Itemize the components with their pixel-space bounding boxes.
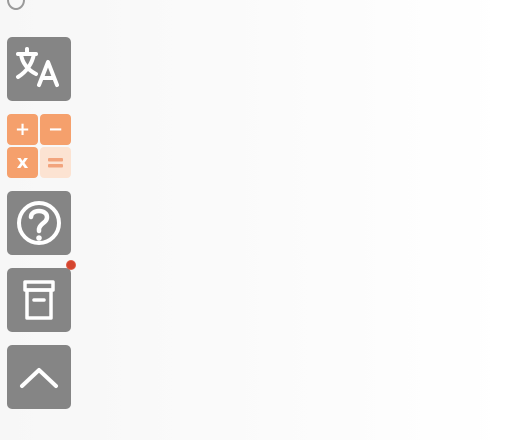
scroll-to-top-button[interactable]	[7, 345, 71, 409]
calculator-plus-key[interactable]: +	[7, 114, 38, 145]
calculator-multiply-key[interactable]: x	[7, 147, 38, 178]
calculator-minus-key[interactable]: −	[40, 114, 71, 145]
calculator-button[interactable]: + − x	[7, 114, 71, 178]
equals-icon	[48, 158, 63, 168]
chevron-up-icon	[20, 368, 58, 388]
question-circle-icon	[17, 201, 61, 245]
help-button[interactable]	[7, 191, 71, 255]
floating-tool-sidebar: + − x	[7, 37, 76, 409]
archive-box-icon	[23, 280, 55, 320]
translate-icon	[16, 47, 59, 87]
page: + − x	[0, 0, 506, 440]
partial-circle-icon	[7, 0, 25, 10]
translate-button[interactable]	[7, 37, 71, 101]
calculator-equals-key[interactable]	[40, 147, 71, 178]
archive-button[interactable]	[7, 260, 76, 332]
